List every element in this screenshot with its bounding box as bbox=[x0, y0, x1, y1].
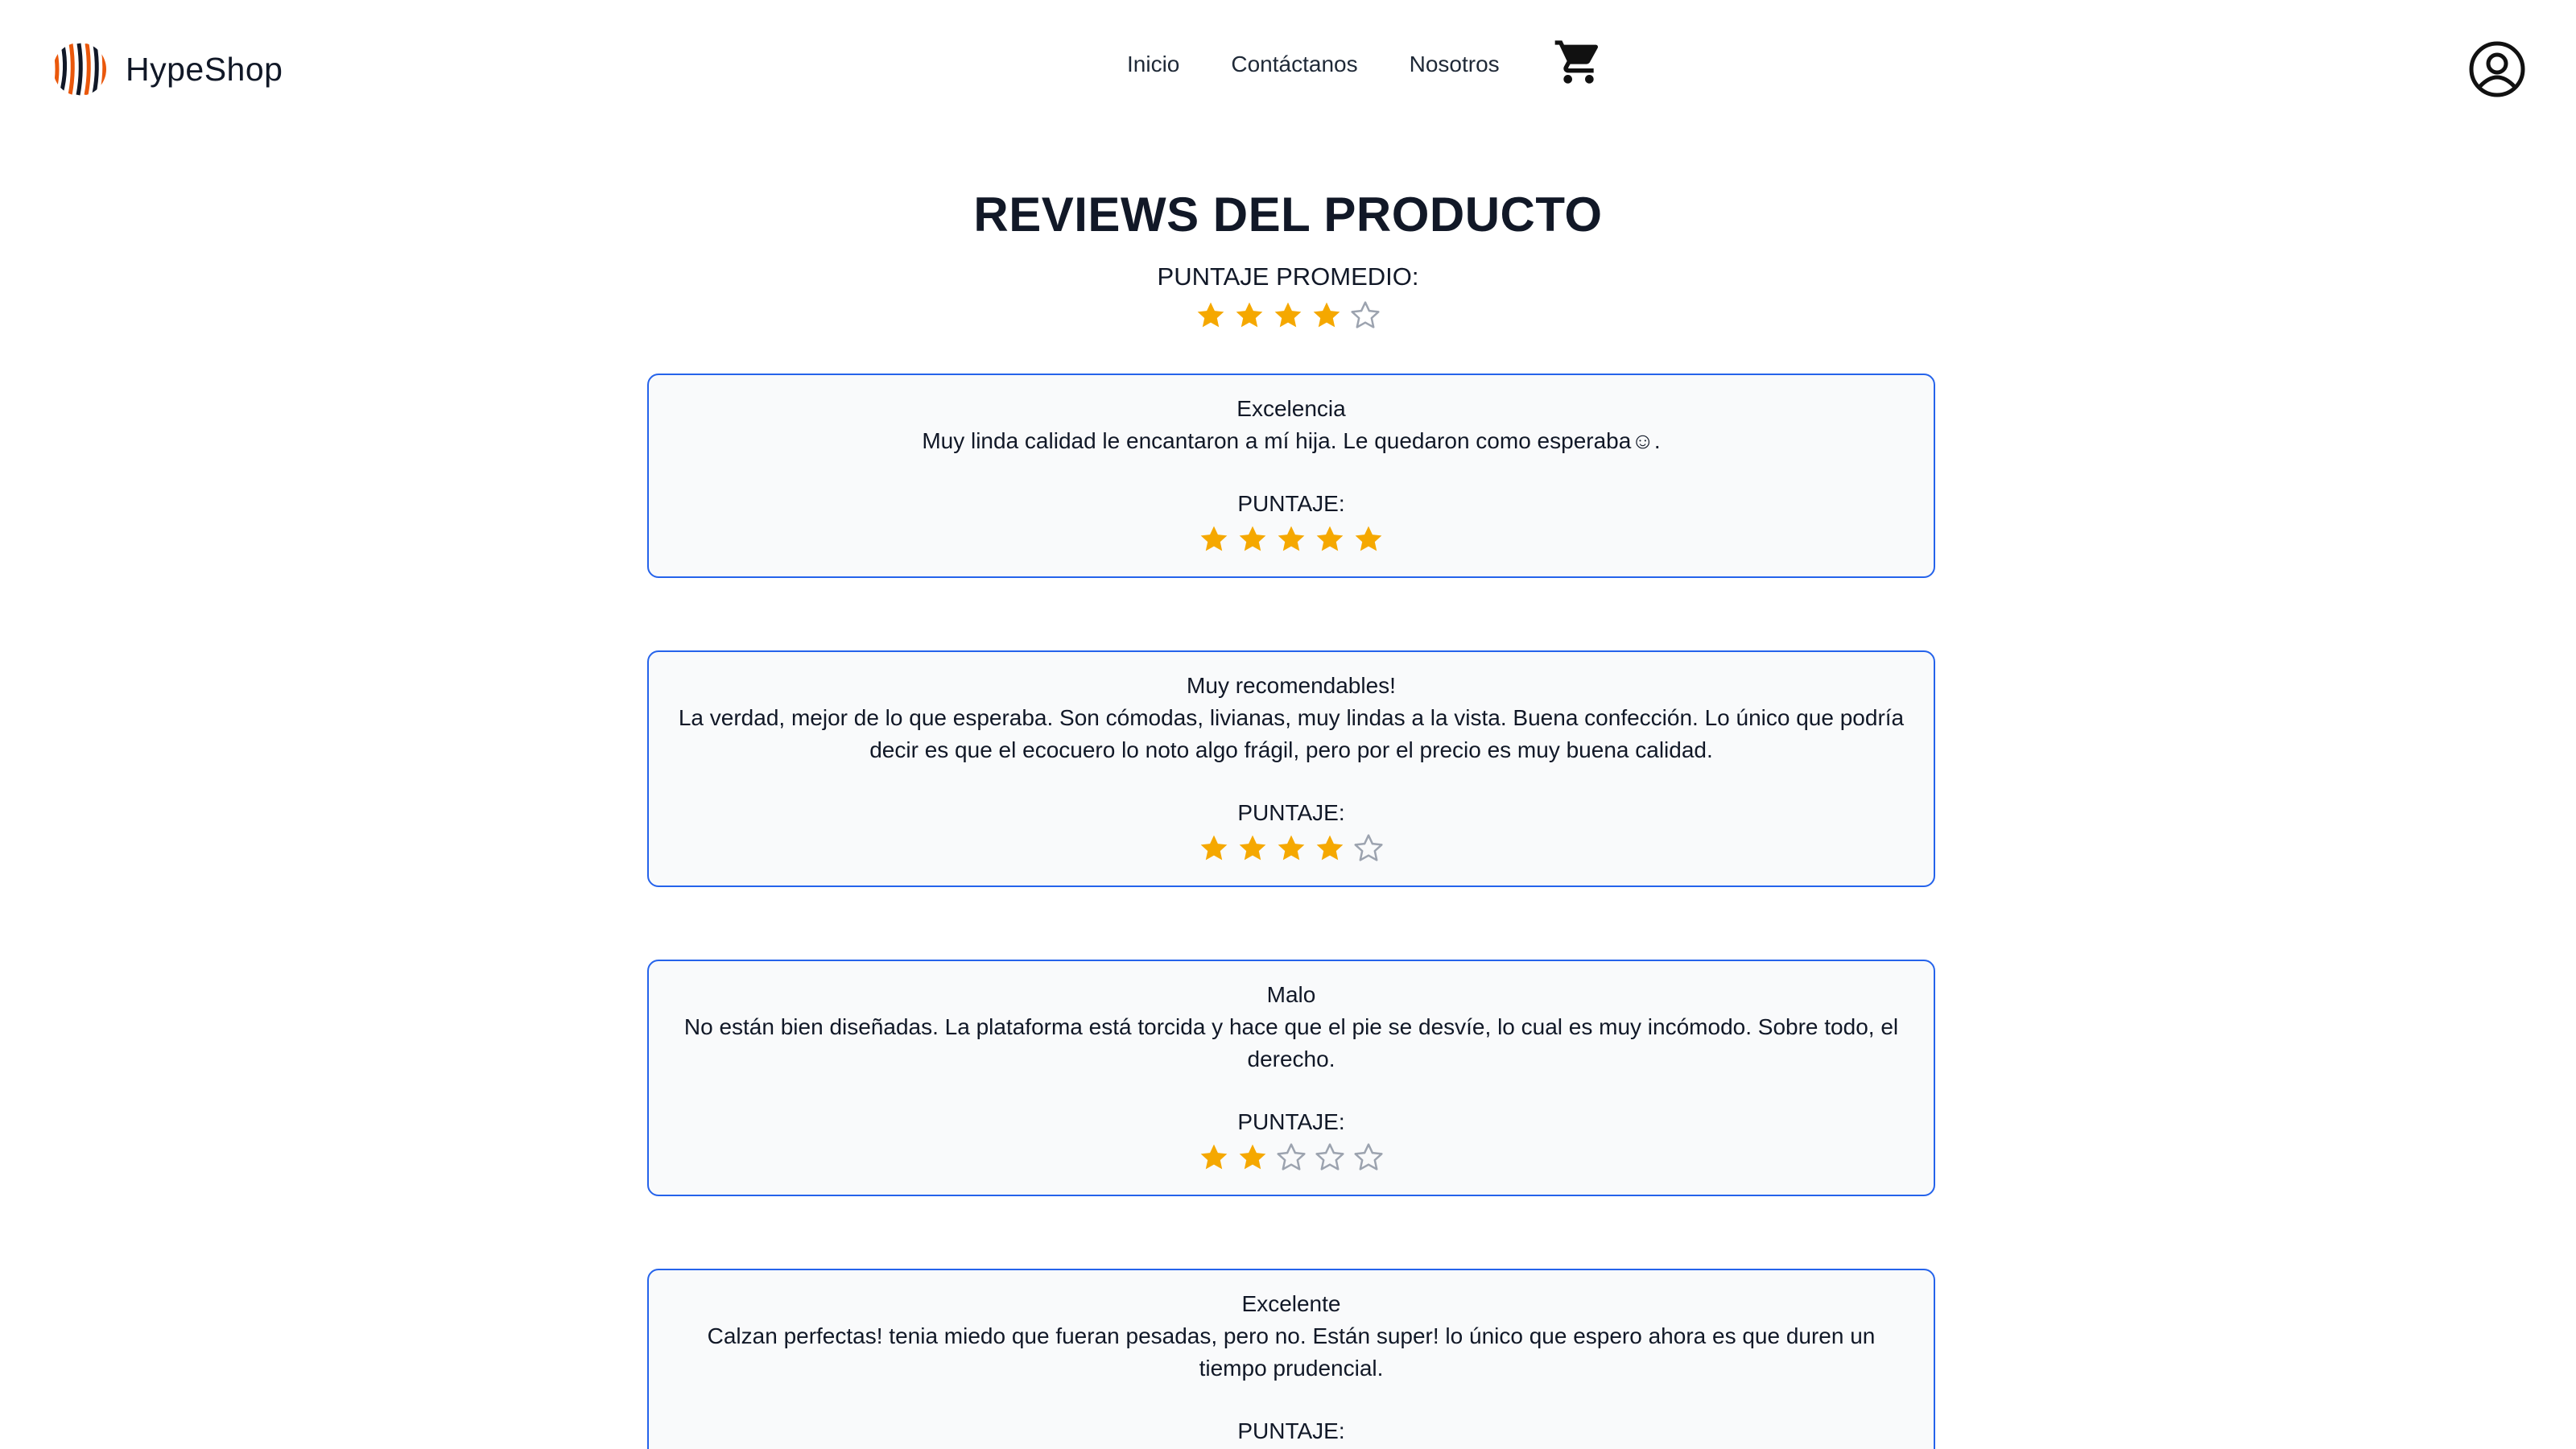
review-body: Muy linda calidad le encantaron a mí hij… bbox=[922, 428, 1661, 453]
nav-link-nosotros[interactable]: Nosotros bbox=[1410, 46, 1500, 83]
star-empty-icon bbox=[1354, 1143, 1383, 1170]
hypeshop-logo-icon bbox=[53, 43, 106, 96]
star-filled-icon bbox=[1239, 526, 1266, 551]
review-title: Malo bbox=[1266, 982, 1316, 1007]
average-score-label: PUNTAJE PROMEDIO: bbox=[1157, 262, 1419, 291]
star-filled-icon bbox=[1274, 302, 1302, 328]
star-empty-icon bbox=[1351, 301, 1380, 328]
review-body: No están bien diseñadas. La plataforma e… bbox=[683, 1014, 1899, 1071]
star-filled-icon bbox=[1239, 1144, 1266, 1170]
review-card: Muy recomendables! La verdad, mejor de l… bbox=[647, 650, 1935, 887]
review-rating-stars bbox=[649, 1141, 1934, 1174]
star-filled-icon bbox=[1236, 302, 1263, 328]
brand-name: HypeShop bbox=[126, 50, 283, 88]
star-empty-icon bbox=[1315, 1143, 1344, 1170]
navbar: HypeShop Inicio Contáctanos Nosotros bbox=[0, 0, 2576, 137]
review-body: La verdad, mejor de lo que esperaba. Son… bbox=[678, 705, 1905, 762]
nav-link-inicio[interactable]: Inicio bbox=[1127, 46, 1179, 83]
star-empty-icon bbox=[1277, 1143, 1306, 1170]
review-title: Excelente bbox=[1241, 1291, 1341, 1316]
review-card: Excelente Calzan perfectas! tenia miedo … bbox=[647, 1269, 1935, 1449]
review-score-label: PUNTAJE: bbox=[1237, 1109, 1345, 1134]
review-rating-stars bbox=[649, 832, 1934, 865]
review-body: Calzan perfectas! tenia miedo que fueran… bbox=[707, 1323, 1876, 1381]
page: HypeShop Inicio Contáctanos Nosotros REV… bbox=[0, 0, 2576, 1449]
brand-link[interactable]: HypeShop bbox=[52, 39, 283, 100]
star-filled-icon bbox=[1316, 526, 1344, 551]
review-card: Malo No están bien diseñadas. La platafo… bbox=[647, 960, 1935, 1196]
review-title: Muy recomendables! bbox=[1187, 673, 1396, 698]
star-filled-icon bbox=[1200, 1144, 1228, 1170]
star-filled-icon bbox=[1355, 526, 1382, 551]
review-score-label: PUNTAJE: bbox=[1237, 1418, 1345, 1443]
star-filled-icon bbox=[1278, 526, 1305, 551]
review-score-label: PUNTAJE: bbox=[1237, 491, 1345, 516]
star-filled-icon bbox=[1278, 835, 1305, 861]
review-score-label: PUNTAJE: bbox=[1237, 800, 1345, 825]
star-filled-icon bbox=[1200, 526, 1228, 551]
main-navigation: Inicio Contáctanos Nosotros bbox=[1127, 40, 1604, 89]
star-filled-icon bbox=[1197, 302, 1224, 328]
star-filled-icon bbox=[1313, 302, 1340, 328]
star-filled-icon bbox=[1200, 835, 1228, 861]
page-title: REVIEWS DEL PRODUCTO bbox=[973, 188, 1603, 242]
star-filled-icon bbox=[1316, 835, 1344, 861]
nav-link-contactanos[interactable]: Contáctanos bbox=[1231, 46, 1357, 83]
star-filled-icon bbox=[1239, 835, 1266, 861]
user-account-icon[interactable] bbox=[2468, 40, 2526, 98]
review-card: Excelencia Muy linda calidad le encantar… bbox=[647, 374, 1935, 578]
review-title: Excelencia bbox=[1236, 396, 1346, 421]
review-rating-stars bbox=[649, 523, 1934, 555]
cart-icon[interactable] bbox=[1553, 36, 1604, 88]
star-empty-icon bbox=[1354, 834, 1383, 861]
average-rating-stars bbox=[0, 299, 2576, 332]
